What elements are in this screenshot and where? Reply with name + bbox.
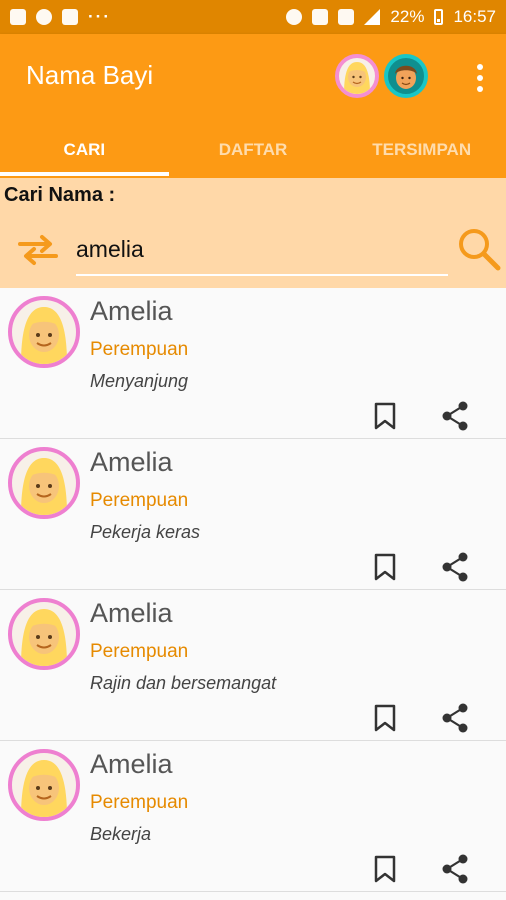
result-list: Amelia Perempuan Menyanjung Amelia Perem… — [0, 288, 506, 892]
bookmark-icon[interactable] — [373, 704, 397, 732]
list-item[interactable]: Amelia Perempuan Bekerja — [0, 741, 506, 892]
status-left-icons: ··· — [10, 7, 111, 27]
item-meaning: Menyanjung — [90, 371, 189, 391]
item-name: Amelia — [90, 749, 173, 779]
bookmark-icon[interactable] — [373, 553, 397, 581]
girl-avatar-icon — [8, 749, 80, 821]
item-meaning: Bekerja — [90, 824, 152, 844]
item-name: Amelia — [90, 598, 173, 628]
app-bar: Nama Bayi CARI DAFTAR TERSIMPAN — [0, 34, 506, 178]
item-gender: Perempuan — [90, 641, 189, 662]
signal-icon — [364, 9, 381, 25]
tab-daftar[interactable]: DAFTAR — [169, 122, 338, 178]
bookmark-icon[interactable] — [373, 855, 397, 883]
boy-avatar-icon[interactable] — [384, 54, 428, 98]
overflow-menu-icon[interactable] — [476, 64, 484, 92]
share-icon[interactable] — [440, 400, 470, 432]
item-meaning: Pekerja keras — [90, 522, 201, 542]
list-item[interactable]: Amelia Perempuan Pekerja keras — [0, 439, 506, 590]
account-icon — [36, 9, 52, 25]
tab-indicator — [0, 172, 169, 176]
list-item[interactable]: Amelia Perempuan Menyanjung — [0, 288, 506, 439]
share-icon[interactable] — [440, 551, 470, 583]
search-label: Cari Nama : — [4, 184, 116, 206]
girl-avatar-icon[interactable] — [335, 54, 379, 98]
item-name: Amelia — [90, 296, 173, 326]
tab-tersimpan[interactable]: TERSIMPAN — [337, 122, 506, 178]
tab-bar: CARI DAFTAR TERSIMPAN — [0, 122, 506, 178]
search-input[interactable]: amelia — [76, 236, 144, 263]
app-title: Nama Bayi — [26, 60, 154, 90]
list-item[interactable]: Amelia Perempuan Rajin dan bersemangat — [0, 590, 506, 741]
battery-icon — [434, 9, 444, 25]
item-name: Amelia — [90, 447, 173, 477]
status-bar: ··· 22% 16:57 — [0, 0, 506, 34]
search-input-underline — [76, 274, 448, 276]
status-right-icons: 22% 16:57 — [286, 7, 496, 27]
status-overflow: ··· — [88, 7, 111, 26]
nfc-icon — [312, 9, 329, 25]
search-icon[interactable] — [456, 226, 502, 272]
girl-avatar-icon — [8, 296, 80, 368]
item-gender: Perempuan — [90, 490, 189, 511]
battery-percent: 22% — [390, 7, 425, 26]
image-icon — [62, 9, 78, 25]
data-icon — [338, 9, 355, 25]
tab-cari[interactable]: CARI — [0, 122, 169, 178]
search-panel: Cari Nama : amelia — [0, 178, 506, 288]
alarm-icon — [286, 9, 303, 25]
clock: 16:57 — [453, 7, 496, 26]
girl-avatar-icon — [8, 447, 80, 519]
share-icon[interactable] — [440, 853, 470, 885]
girl-avatar-icon — [8, 598, 80, 670]
item-gender: Perempuan — [90, 339, 189, 360]
item-meaning: Rajin dan bersemangat — [90, 673, 277, 693]
bookmark-icon[interactable] — [373, 402, 397, 430]
notification-icon — [10, 9, 26, 25]
share-icon[interactable] — [440, 702, 470, 734]
item-gender: Perempuan — [90, 792, 189, 813]
swap-icon[interactable] — [16, 234, 60, 266]
